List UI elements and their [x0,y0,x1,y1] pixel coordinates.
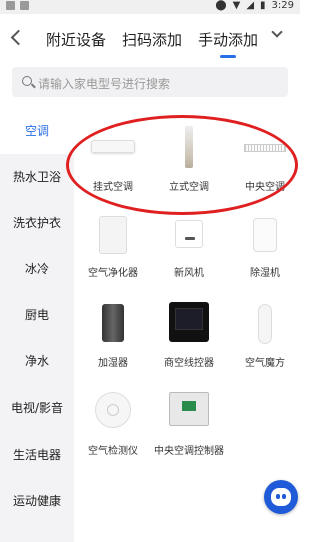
device-fresh-air[interactable]: 新风机 [152,210,226,292]
search-icon [22,76,32,86]
status-bar: ⬤ ▼ ◢ ▮ 3:29 [0,0,300,14]
device-commercial-controller[interactable]: 商空线控器 [152,298,226,380]
notification-icon [20,1,29,10]
device-label: 中央空调控制器 [154,446,224,457]
battery-icon: ▮ [260,0,266,11]
device-dehumidifier[interactable]: 除湿机 [228,210,302,292]
sidebar-item-air-conditioner[interactable]: 空调 [0,108,74,154]
device-humidifier[interactable]: 加湿器 [76,298,150,380]
category-sidebar: 空调 热水卫浴 洗衣护衣 冰冷 厨电 净水 电视/影音 生活电器 运动健康 [0,108,74,542]
humidifier-image [102,304,124,342]
air-detector-image [95,392,131,428]
device-central-ac-controller[interactable]: 中央空调控制器 [148,390,230,472]
device-label: 新风机 [174,268,204,279]
sidebar-item-water-heater-bath[interactable]: 热水卫浴 [0,154,74,200]
device-label: 空气检测仪 [88,446,138,457]
sidebar-item-water-purifier[interactable]: 净水 [0,338,74,384]
sidebar-item-refrigeration[interactable]: 冰冷 [0,246,74,292]
sidebar-item-sports-health[interactable]: 运动健康 [0,478,74,524]
sidebar-item-laundry[interactable]: 洗衣护衣 [0,200,74,246]
robot-face-icon [271,488,291,506]
fresh-air-image [175,220,203,248]
device-air-detector[interactable]: 空气检测仪 [76,390,150,472]
signal-icon: ◢ [246,0,255,11]
assistant-robot-button[interactable] [264,480,298,514]
tab-manual-add[interactable]: 手动添加 [198,29,258,58]
device-label: 空气魔方 [245,358,285,369]
tab-scan-add[interactable]: 扫码添加 [122,29,182,50]
central-ac-controller-image [169,392,209,426]
search-input[interactable]: 请输入家电型号进行搜索 [12,67,288,97]
notification-icon [6,1,15,10]
more-tabs-chevron-icon[interactable] [271,26,283,40]
top-navigation: 附近设备 扫码添加 手动添加 [0,14,300,64]
location-icon: ⬤ [215,0,227,11]
commercial-controller-image [169,302,209,342]
sidebar-item-tv-audio[interactable]: 电视/影音 [0,385,74,431]
back-arrow-icon[interactable] [6,26,26,50]
search-placeholder: 请输入家电型号进行搜索 [38,77,171,91]
device-air-purifier[interactable]: 空气净化器 [76,210,150,292]
air-purifier-image [99,216,127,254]
device-air-cube[interactable]: 空气魔方 [228,298,302,380]
device-label: 空气净化器 [88,268,138,279]
device-label: 除湿机 [250,268,280,279]
sidebar-item-household[interactable]: 生活电器 [0,432,74,478]
tab-nearby-devices[interactable]: 附近设备 [46,29,106,50]
device-label: 商空线控器 [164,358,214,369]
clock-time: 3:29 [271,0,294,11]
wifi-icon: ▼ [232,0,241,11]
annotation-highlight-ellipse [66,115,298,215]
dehumidifier-image [253,218,277,252]
device-label: 加湿器 [98,358,128,369]
air-cube-image [258,304,272,344]
sidebar-item-kitchen[interactable]: 厨电 [0,292,74,338]
